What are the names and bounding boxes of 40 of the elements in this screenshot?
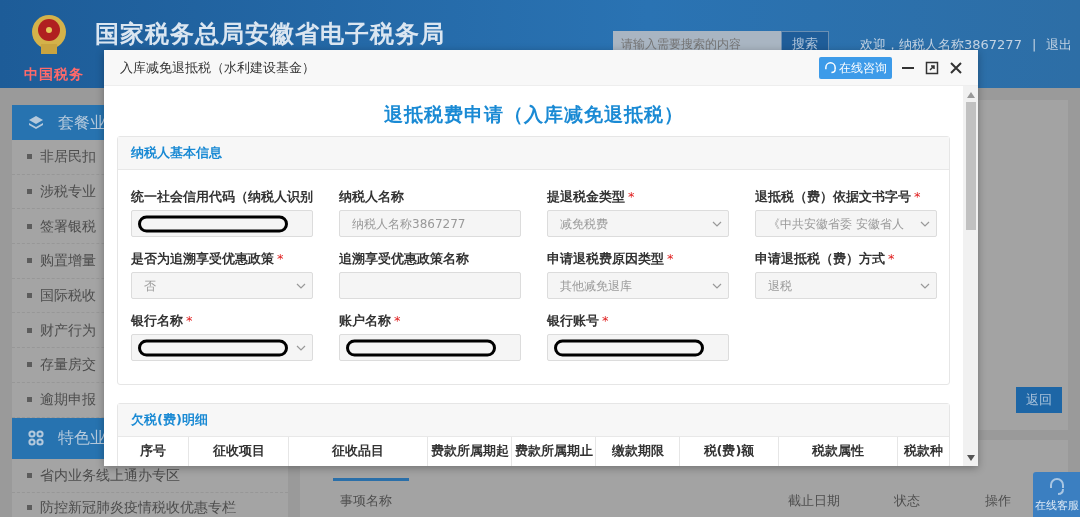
column-header: 截止日期	[788, 492, 840, 510]
field-label: 是否为追溯享受优惠政策	[131, 251, 274, 267]
required-mark: *	[914, 189, 921, 205]
field-label: 银行账号	[547, 313, 599, 329]
column-header: 税(费)额	[680, 437, 779, 466]
section-title: 欠税(费)明细	[118, 404, 949, 437]
column-header: 征收项目	[189, 437, 289, 466]
section-title: 纳税人基本信息	[118, 137, 949, 170]
column-header: 序号	[118, 437, 189, 466]
column-header: 税款属性	[779, 437, 898, 466]
form-heading: 退抵税费申请（入库减免退抵税）	[382, 102, 685, 126]
required-mark: *	[186, 313, 193, 329]
required-mark: *	[628, 189, 635, 205]
field-label: 退抵税（费）依据文书字号	[755, 189, 911, 205]
field-label: 提退税金类型	[547, 189, 625, 205]
required-mark: *	[394, 313, 401, 329]
field-label: 账户名称	[339, 313, 391, 329]
column-header: 税款种	[898, 437, 950, 466]
column-header: 事项名称	[340, 492, 392, 510]
required-mark: *	[277, 251, 284, 267]
field-label: 统一社会信用代码（纳税人识别	[131, 189, 313, 205]
welcome-text: 欢迎，纳税人名称3867277	[860, 36, 1022, 54]
separator: |	[1031, 36, 1037, 54]
field-label: 银行名称	[131, 313, 183, 329]
dialog-title: 入库减免退抵税（水利建设基金）	[120, 58, 316, 77]
field-label: 追溯享受优惠政策名称	[339, 251, 469, 267]
field-label: 申请退抵税（费）方式	[755, 251, 885, 267]
logo-text: 中国税务	[24, 65, 84, 84]
column-header: 费款所属期起	[428, 437, 512, 466]
column-header: 状态	[894, 492, 920, 510]
column-header: 征收品目	[289, 437, 428, 466]
required-mark: *	[602, 313, 609, 329]
column-header: 操作	[985, 492, 1011, 510]
column-header: 费款所属期止	[512, 437, 596, 466]
field-label: 申请退税费原因类型	[547, 251, 664, 267]
field-label: 纳税人名称	[339, 189, 404, 205]
required-mark: *	[667, 251, 674, 267]
required-mark: *	[888, 251, 895, 267]
site-title: 国家税务总局安徽省电子税务局	[95, 20, 445, 48]
column-header: 缴款期限	[596, 437, 680, 466]
